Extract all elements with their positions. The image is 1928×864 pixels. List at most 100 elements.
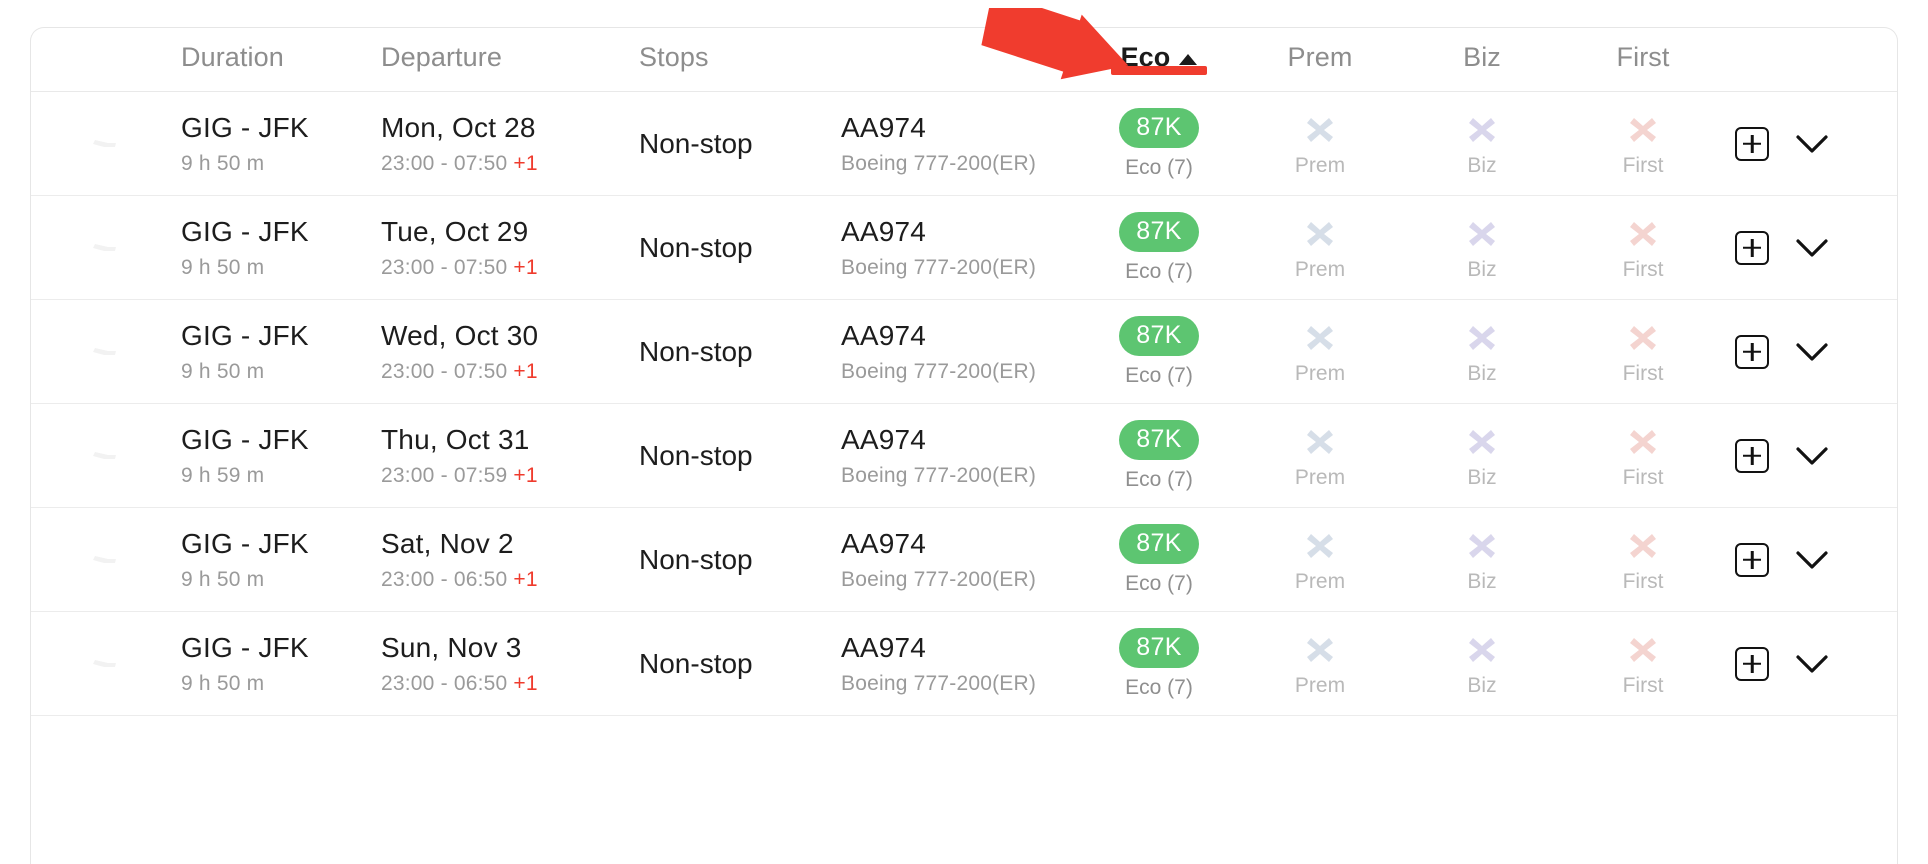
fare-label-first: First [1622,465,1664,489]
column-header-duration[interactable]: Duration [171,28,371,73]
fare-cell-first[interactable]: First [1563,196,1723,299]
eco-price-badge[interactable]: 87K [1119,211,1199,252]
row-actions-cell [1723,404,1897,507]
fare-cell-eco[interactable]: 87K Eco (7) [1079,508,1239,611]
fare-label-biz: Biz [1467,361,1497,385]
fare-label-biz: Biz [1467,673,1497,697]
airline-logo-cell [31,92,171,195]
fare-cell-biz[interactable]: Biz [1401,612,1563,715]
duration-label: 9 h 59 m [181,463,265,487]
chevron-down-icon[interactable] [1795,237,1829,259]
eco-price-badge[interactable]: 87K [1119,627,1199,668]
route-duration-cell: GIG - JFK 9 h 50 m [171,92,371,195]
column-header-first[interactable]: First [1563,28,1723,73]
departure-date: Sat, Nov 2 [381,527,514,559]
fare-cell-biz[interactable]: Biz [1401,508,1563,611]
flight-number: AA974 [841,631,927,663]
stops-label: Non-stop [639,335,753,367]
fare-cell-prem[interactable]: Prem [1239,196,1401,299]
eco-price-badge[interactable]: 87K [1119,523,1199,564]
column-header-departure[interactable]: Departure [371,28,629,73]
departure-date: Mon, Oct 28 [381,111,536,143]
fare-cell-eco[interactable]: 87K Eco (7) [1079,404,1239,507]
chevron-down-icon[interactable] [1795,133,1829,155]
column-header-prem[interactable]: Prem [1239,28,1401,73]
chevron-down-icon[interactable] [1795,549,1829,571]
eco-price-badge[interactable]: 87K [1119,315,1199,356]
unavailable-x-icon [1465,112,1499,146]
flight-number: AA974 [841,527,927,559]
chevron-down-icon[interactable] [1795,445,1829,467]
fare-cell-prem[interactable]: Prem [1239,404,1401,507]
table-row[interactable]: GIG - JFK 9 h 50 m Tue, Oct 29 23:00 - 0… [31,196,1897,300]
unavailable-x-icon [1626,632,1660,666]
row-actions-cell [1723,92,1897,195]
fare-label-first: First [1622,569,1664,593]
fare-cell-biz[interactable]: Biz [1401,404,1563,507]
fare-cell-first[interactable]: First [1563,508,1723,611]
next-day-indicator: +1 [513,463,538,487]
departure-times: 23:00 - 07:50 +1 [381,255,538,280]
departure-cell: Wed, Oct 30 23:00 - 07:50 +1 [371,300,629,403]
aircraft-type: Boeing 777-200(ER) [841,255,1037,279]
column-header-eco[interactable]: Eco [1079,28,1239,75]
unavailable-x-icon [1465,320,1499,354]
aircraft-type: Boeing 777-200(ER) [841,151,1037,175]
fare-cell-biz[interactable]: Biz [1401,196,1563,299]
add-to-compare-button[interactable] [1735,438,1769,473]
add-to-compare-button[interactable] [1735,230,1769,265]
fare-cell-prem[interactable]: Prem [1239,508,1401,611]
route-label: GIG - JFK [181,527,309,559]
add-to-compare-button[interactable] [1735,646,1769,681]
fare-cell-prem[interactable]: Prem [1239,300,1401,403]
column-header-stops[interactable]: Stops [629,28,831,73]
row-actions-cell [1723,300,1897,403]
airline-logo-cell [31,612,171,715]
chevron-down-icon[interactable] [1795,653,1829,675]
duration-label: 9 h 50 m [181,567,265,591]
unavailable-x-icon [1303,320,1337,354]
stops-label: Non-stop [639,543,753,575]
unavailable-x-icon [1303,528,1337,562]
fare-cell-first[interactable]: First [1563,612,1723,715]
stops-cell: Non-stop [629,196,831,299]
route-duration-cell: GIG - JFK 9 h 59 m [171,404,371,507]
fare-cell-eco[interactable]: 87K Eco (7) [1079,300,1239,403]
table-row[interactable]: GIG - JFK 9 h 50 m Sun, Nov 3 23:00 - 06… [31,612,1897,716]
fare-cell-first[interactable]: First [1563,300,1723,403]
stops-cell: Non-stop [629,92,831,195]
flight-results-table: Duration Departure Stops Eco Prem Biz Fi… [30,27,1898,864]
fare-cell-first[interactable]: First [1563,404,1723,507]
fare-cell-eco[interactable]: 87K Eco (7) [1079,92,1239,195]
fare-label-prem: Prem [1294,153,1346,177]
fare-cell-first[interactable]: First [1563,92,1723,195]
add-to-compare-button[interactable] [1735,334,1769,369]
route-label: GIG - JFK [181,215,309,247]
fare-cell-prem[interactable]: Prem [1239,92,1401,195]
eco-price-badge[interactable]: 87K [1119,419,1199,460]
route-duration-cell: GIG - JFK 9 h 50 m [171,300,371,403]
fare-cell-prem[interactable]: Prem [1239,612,1401,715]
fare-cell-biz[interactable]: Biz [1401,92,1563,195]
table-row[interactable]: GIG - JFK 9 h 50 m Sat, Nov 2 23:00 - 06… [31,508,1897,612]
flight-cell: AA974 Boeing 777-200(ER) [831,404,1079,507]
row-actions-cell [1723,196,1897,299]
table-row[interactable]: GIG - JFK 9 h 50 m Wed, Oct 30 23:00 - 0… [31,300,1897,404]
departure-cell: Thu, Oct 31 23:00 - 07:59 +1 [371,404,629,507]
add-to-compare-button[interactable] [1735,126,1769,161]
stops-cell: Non-stop [629,300,831,403]
row-actions-cell [1723,612,1897,715]
american-airlines-logo [78,222,124,274]
fare-cell-eco[interactable]: 87K Eco (7) [1079,612,1239,715]
eco-price-badge[interactable]: 87K [1119,107,1199,148]
fare-cell-biz[interactable]: Biz [1401,300,1563,403]
add-to-compare-button[interactable] [1735,542,1769,577]
unavailable-x-icon [1465,632,1499,666]
flight-cell: AA974 Boeing 777-200(ER) [831,92,1079,195]
table-row[interactable]: GIG - JFK 9 h 50 m Mon, Oct 28 23:00 - 0… [31,92,1897,196]
flight-results-page: Duration Departure Stops Eco Prem Biz Fi… [0,0,1928,864]
fare-cell-eco[interactable]: 87K Eco (7) [1079,196,1239,299]
chevron-down-icon[interactable] [1795,341,1829,363]
column-header-biz[interactable]: Biz [1401,28,1563,73]
table-row[interactable]: GIG - JFK 9 h 59 m Thu, Oct 31 23:00 - 0… [31,404,1897,508]
